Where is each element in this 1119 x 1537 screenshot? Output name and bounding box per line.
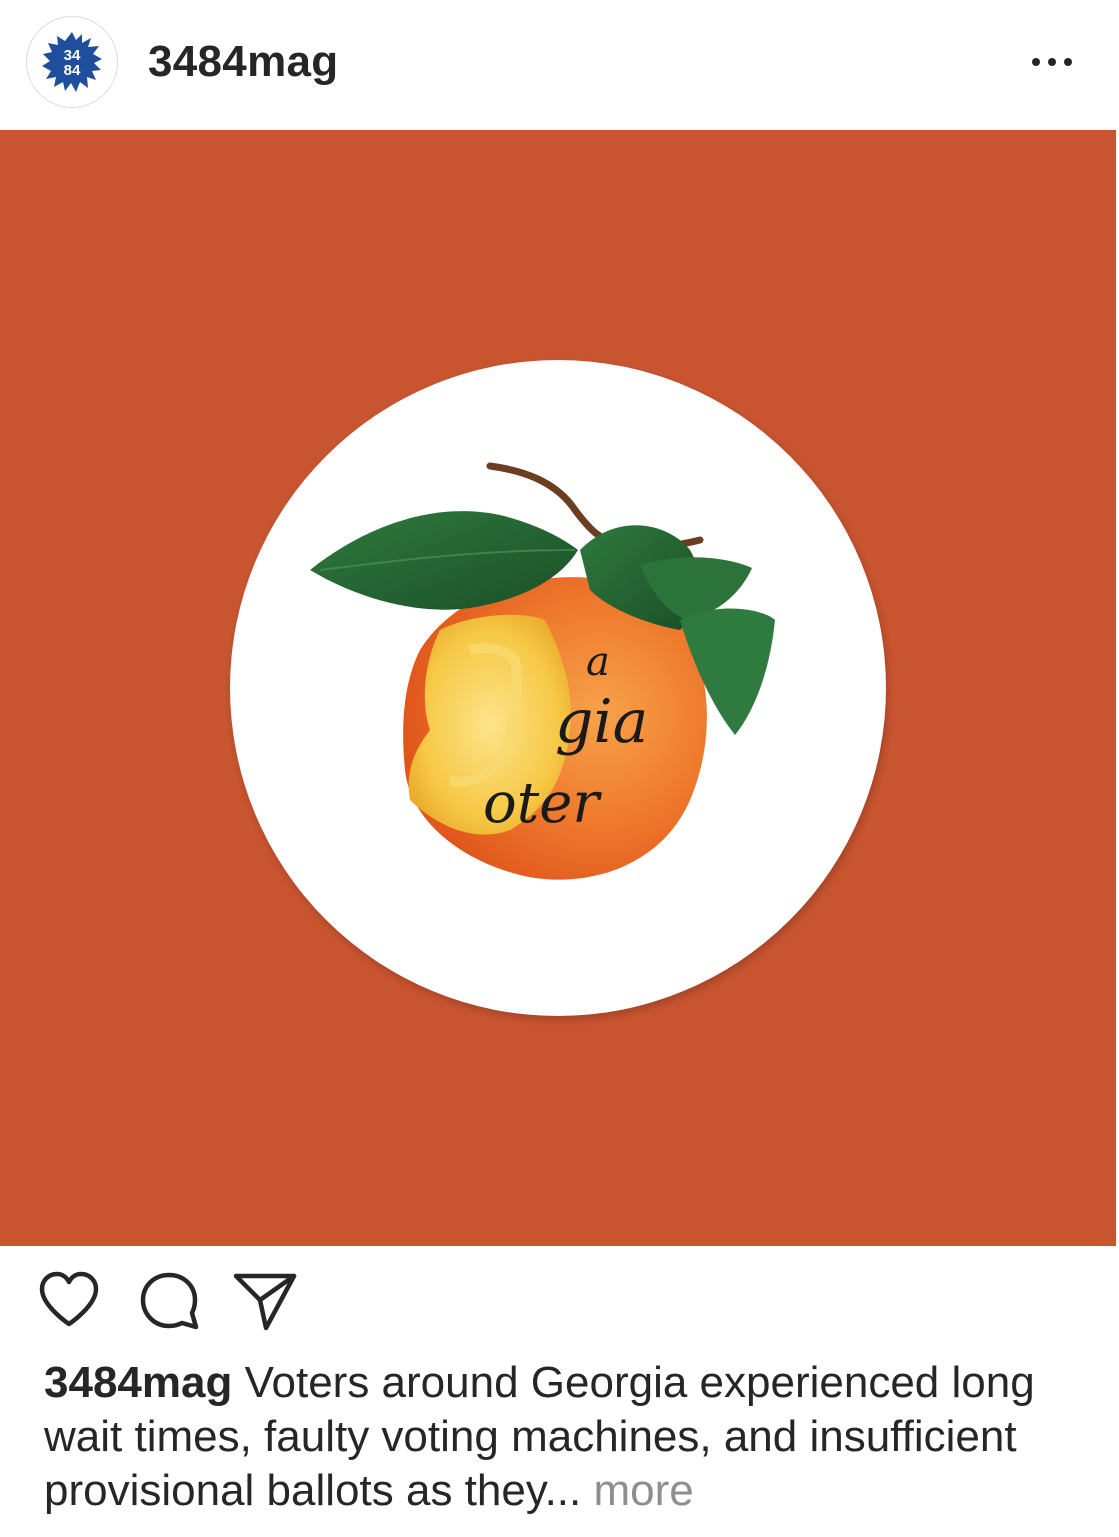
avatar-text-bottom: 84 bbox=[64, 62, 81, 79]
caption-more-link[interactable]: more bbox=[593, 1466, 693, 1515]
post-actions-bar bbox=[0, 1246, 1119, 1346]
avatar[interactable]: 34 84 bbox=[26, 16, 118, 108]
share-button[interactable] bbox=[232, 1268, 298, 1334]
caption-username[interactable]: 3484mag bbox=[44, 1358, 232, 1407]
heart-icon bbox=[39, 1271, 99, 1327]
post-caption: 3484mag Voters around Georgia experience… bbox=[44, 1356, 1084, 1518]
post-header: 34 84 3484mag bbox=[0, 0, 1119, 128]
comment-icon bbox=[140, 1272, 199, 1330]
avatar-logo-icon: 34 84 bbox=[42, 32, 102, 92]
sticker-text-line2: gia bbox=[555, 687, 648, 757]
post-image[interactable]: a gia oter bbox=[0, 130, 1116, 1246]
more-dot-icon bbox=[1032, 58, 1040, 66]
sticker-text-line3: oter bbox=[483, 771, 602, 836]
peach-sticker-illustration: a gia oter bbox=[230, 360, 888, 1020]
more-dot-icon bbox=[1048, 58, 1056, 66]
more-dot-icon bbox=[1064, 58, 1072, 66]
like-button[interactable] bbox=[36, 1268, 102, 1334]
comment-button[interactable] bbox=[136, 1268, 202, 1334]
more-options-button[interactable] bbox=[1022, 40, 1082, 84]
sticker-text-line1: a bbox=[586, 639, 610, 685]
post-username[interactable]: 3484mag bbox=[148, 34, 338, 90]
send-icon bbox=[233, 1273, 297, 1331]
